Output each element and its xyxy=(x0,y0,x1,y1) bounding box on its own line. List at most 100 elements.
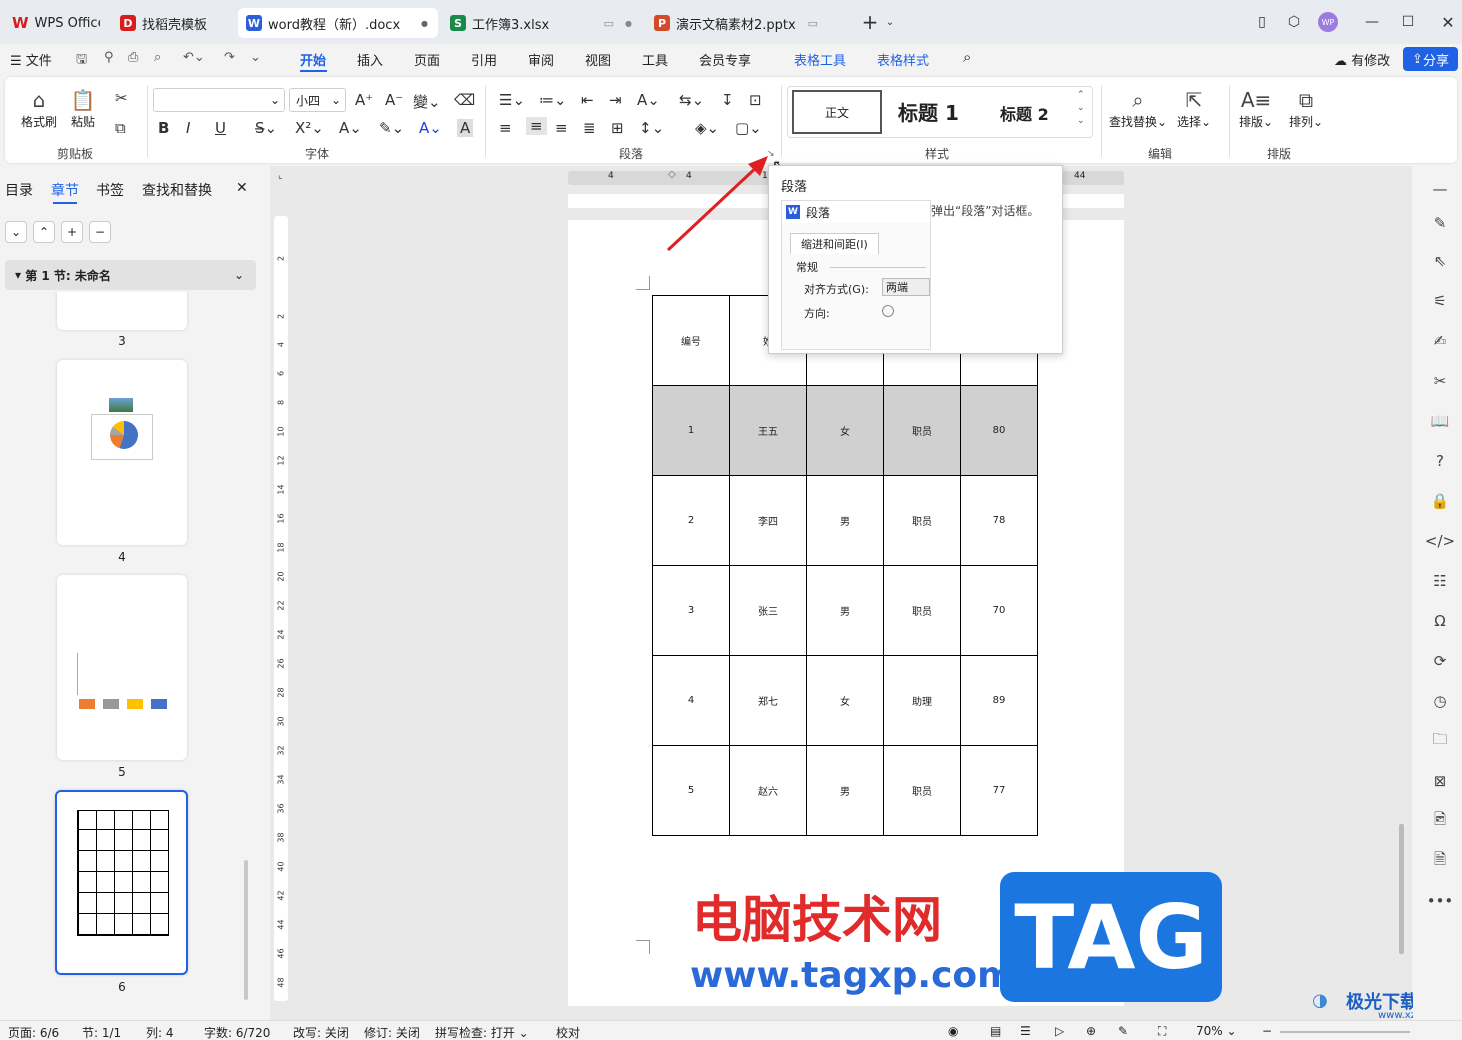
signature-icon[interactable]: ✍ xyxy=(1429,330,1451,352)
table-cell[interactable]: 男 xyxy=(806,745,884,836)
collapse-down-icon[interactable]: ⌄ xyxy=(5,221,27,243)
menu-table-style[interactable]: 表格样式 xyxy=(877,50,929,69)
translate-icon[interactable]: ⟳ xyxy=(1429,650,1451,672)
file-menu[interactable]: ☰ 文件 xyxy=(10,50,52,69)
table-cell[interactable]: 王五 xyxy=(729,385,807,476)
list-tree-icon[interactable]: ☷ xyxy=(1429,570,1451,592)
pen-icon[interactable]: ✎ xyxy=(1429,212,1451,234)
close-icon[interactable]: ✕ xyxy=(236,180,248,196)
table-cell[interactable]: 职员 xyxy=(883,385,961,476)
lock-icon[interactable]: 🔒 xyxy=(1429,490,1451,512)
status-spell-check[interactable]: 拼写检查: 打开 ⌄ xyxy=(435,1024,529,1040)
nav-tab-toc[interactable]: 目录 xyxy=(5,180,33,200)
shading-icon[interactable]: ◈⌄ xyxy=(695,119,719,137)
close-window-icon[interactable]: ✕ xyxy=(1436,10,1460,34)
table-cell[interactable]: 赵六 xyxy=(729,745,807,836)
menu-tools[interactable]: 工具 xyxy=(642,50,668,69)
copy-icon[interactable]: ⧉ xyxy=(115,119,126,137)
section-header[interactable]: ▾ 第 1 节: 未命名 ⌄ xyxy=(5,260,256,290)
doc-search-icon[interactable]: 🗎 xyxy=(1429,850,1451,872)
table-cell[interactable]: 女 xyxy=(806,385,884,476)
web-view-icon[interactable]: ⊕ xyxy=(1086,1024,1096,1038)
menu-view[interactable]: 视图 xyxy=(585,50,611,69)
maximize-icon[interactable]: ☐ xyxy=(1396,10,1420,34)
minimize-icon[interactable]: — xyxy=(1360,10,1384,34)
folder-star-icon[interactable]: 🗀 xyxy=(1429,730,1451,752)
outline-view-icon[interactable]: ☰ xyxy=(1020,1024,1031,1038)
eye-icon[interactable]: ◉ xyxy=(948,1024,958,1038)
page-thumbnail-6[interactable] xyxy=(55,790,188,975)
table-cell[interactable]: 编号 xyxy=(652,295,730,386)
menu-reference[interactable]: 引用 xyxy=(471,50,497,69)
format-painter-button[interactable]: ⌂ 格式刷 xyxy=(21,87,57,130)
collapse-up-icon[interactable]: ⌃ xyxy=(33,221,55,243)
table-cell[interactable]: 张三 xyxy=(729,565,807,656)
table-cell[interactable]: 2 xyxy=(652,475,730,566)
menu-table-tools[interactable]: 表格工具 xyxy=(794,50,846,69)
select-button[interactable]: ⇱ 选择⌄ xyxy=(1177,87,1211,130)
table-cell[interactable]: 男 xyxy=(806,565,884,656)
table-cell[interactable]: 1 xyxy=(652,385,730,476)
table-cell[interactable]: 郑七 xyxy=(729,655,807,746)
add-section-icon[interactable]: + xyxy=(61,221,83,243)
layout-button[interactable]: A≡ 排版⌄ xyxy=(1239,87,1273,130)
status-overtype[interactable]: 改写: 关闭 xyxy=(293,1024,349,1040)
underline-button[interactable]: U xyxy=(215,119,226,137)
minus-icon[interactable]: — xyxy=(1429,178,1451,200)
numbered-list-icon[interactable]: ≔⌄ xyxy=(539,91,567,109)
table-cell[interactable]: 80 xyxy=(960,385,1038,476)
superscript-icon[interactable]: X²⌄ xyxy=(295,119,324,137)
table-cell[interactable]: 男 xyxy=(806,475,884,566)
history-icon[interactable]: ◷ xyxy=(1429,690,1451,712)
menu-insert[interactable]: 插入 xyxy=(357,50,383,69)
table-cell[interactable]: 89 xyxy=(960,655,1038,746)
status-word-count[interactable]: 字数: 6/720 xyxy=(204,1024,270,1040)
distributed-icon[interactable]: ⊞ xyxy=(611,119,624,137)
tab-presentation[interactable]: P 演示文稿素材2.pptx ▭ xyxy=(646,8,846,38)
align-right-icon[interactable]: ≡ xyxy=(555,119,568,137)
fit-page-icon[interactable]: ⛶ xyxy=(1158,1024,1166,1039)
font-name-combo[interactable]: ⌄ xyxy=(153,88,285,112)
redo-icon[interactable]: ↷ xyxy=(224,50,235,65)
grow-font-icon[interactable]: A⁺ xyxy=(355,91,373,109)
style-heading-2[interactable]: 标题 2 xyxy=(1000,101,1049,125)
status-page[interactable]: 页面: 6/6 xyxy=(8,1024,59,1040)
book-icon[interactable]: 📖 xyxy=(1429,410,1451,432)
font-color-icon[interactable]: A⌄ xyxy=(419,119,442,137)
cube-icon[interactable]: ⬡ xyxy=(1282,10,1306,34)
table-cell[interactable]: 女 xyxy=(806,655,884,746)
excel-icon[interactable]: ⊠ xyxy=(1429,770,1451,792)
nav-tab-find[interactable]: 查找和替换 xyxy=(142,180,212,200)
modify-status[interactable]: ☁ 有修改 xyxy=(1334,50,1390,69)
pen-view-icon[interactable]: ✎ xyxy=(1118,1024,1128,1038)
page-view-icon[interactable]: ▤ xyxy=(990,1024,1001,1038)
align-left-icon[interactable]: ≡ xyxy=(499,119,512,137)
page-thumbnail-3[interactable] xyxy=(57,292,187,330)
tab-list-chevron-icon[interactable]: ⌄ xyxy=(878,10,902,34)
status-proofread[interactable]: 校对 xyxy=(556,1024,580,1040)
table-cell[interactable]: 职员 xyxy=(883,475,961,566)
more-chevron-icon[interactable]: ⌄ xyxy=(250,50,261,65)
table-cell[interactable]: 助理 xyxy=(883,655,961,746)
table-cell[interactable]: 77 xyxy=(960,745,1038,836)
italic-button[interactable]: I xyxy=(186,119,190,137)
table-cell[interactable]: 3 xyxy=(652,565,730,656)
menu-review[interactable]: 审阅 xyxy=(528,50,554,69)
style-heading-1[interactable]: 标题 1 xyxy=(898,97,959,126)
tools-icon[interactable]: ✂ xyxy=(1429,370,1451,392)
font-size-combo[interactable]: 小四 ⌄ xyxy=(289,88,346,112)
strikethrough-icon[interactable]: S̶⌄ xyxy=(255,119,277,137)
select-cursor-icon[interactable]: ⇖ xyxy=(1429,250,1451,272)
table-cell[interactable]: 78 xyxy=(960,475,1038,566)
cut-icon[interactable]: ✂ xyxy=(115,89,128,107)
table-cell[interactable]: 70 xyxy=(960,565,1038,656)
align-center-icon[interactable]: ≡ xyxy=(526,117,547,135)
search-icon[interactable]: ⌕ xyxy=(963,48,971,66)
justify-icon[interactable]: ≣ xyxy=(583,119,596,137)
tab-workbook[interactable]: S 工作簿3.xlsx ▭ ● xyxy=(442,8,642,38)
zoom-level[interactable]: 70% ⌄ xyxy=(1196,1024,1237,1038)
save-icon[interactable]: 🖫 xyxy=(76,50,87,72)
clear-format-icon[interactable]: ⌫ xyxy=(454,91,475,109)
status-revision[interactable]: 修订: 关闭 xyxy=(364,1024,420,1040)
menu-start[interactable]: 开始 xyxy=(300,50,326,69)
